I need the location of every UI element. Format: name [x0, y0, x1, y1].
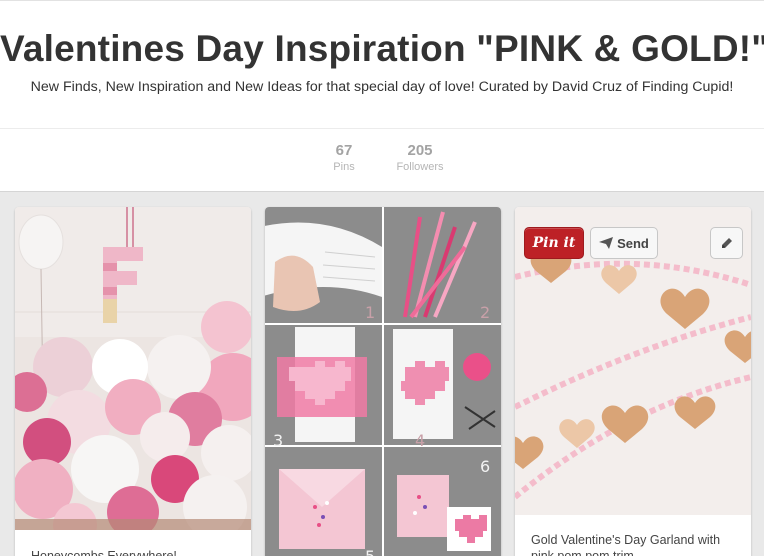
pin-image[interactable]: 1 2 3 4 5 6: [265, 207, 501, 556]
pin-card[interactable]: Pin it Send Gold Valentine's Day Garland…: [515, 207, 751, 556]
pin-caption[interactable]: Honeycombs Everywhere!: [31, 548, 237, 556]
pin-grid: Honeycombs Everywhere! 1 2 3 4 6 Pin it …: [0, 193, 764, 556]
pin-image[interactable]: [15, 207, 251, 530]
followers-count-link[interactable]: 205 Followers: [390, 142, 450, 173]
step-number: 3: [273, 431, 284, 450]
step-number: 1: [365, 303, 376, 322]
followers-count: 205: [407, 142, 433, 159]
top-border: [0, 0, 764, 1]
craft-steps-collage: [265, 207, 501, 556]
pencil-icon: [721, 238, 732, 248]
step-number: 4: [415, 431, 426, 450]
step-number: 6: [480, 457, 491, 476]
send-button[interactable]: Send: [590, 227, 658, 259]
paper-plane-icon: [599, 237, 614, 249]
pin-it-button[interactable]: Pin it: [524, 227, 584, 259]
board-description: New Finds, New Inspiration and New Ideas…: [30, 79, 734, 95]
header-divider: [0, 128, 764, 129]
followers-label: Followers: [396, 161, 444, 173]
pins-count-link[interactable]: 67 Pins: [322, 142, 366, 173]
pin-card[interactable]: 1 2 3 4 5 6: [265, 207, 501, 556]
board-title: Valentines Day Inspiration "PINK & GOLD!…: [0, 28, 764, 69]
pin-caption[interactable]: Gold Valentine's Day Garland with pink p…: [531, 532, 737, 556]
send-label: Send: [617, 235, 649, 251]
step-number: 5: [365, 547, 375, 556]
board-header: Valentines Day Inspiration "PINK & GOLD!…: [0, 0, 764, 192]
step-number: 2: [480, 303, 491, 322]
pins-count: 67: [335, 142, 353, 159]
pins-label: Pins: [333, 161, 355, 173]
pin-card[interactable]: Honeycombs Everywhere!: [15, 207, 251, 556]
honeycomb-photo: [15, 207, 251, 530]
edit-button[interactable]: [710, 227, 743, 259]
